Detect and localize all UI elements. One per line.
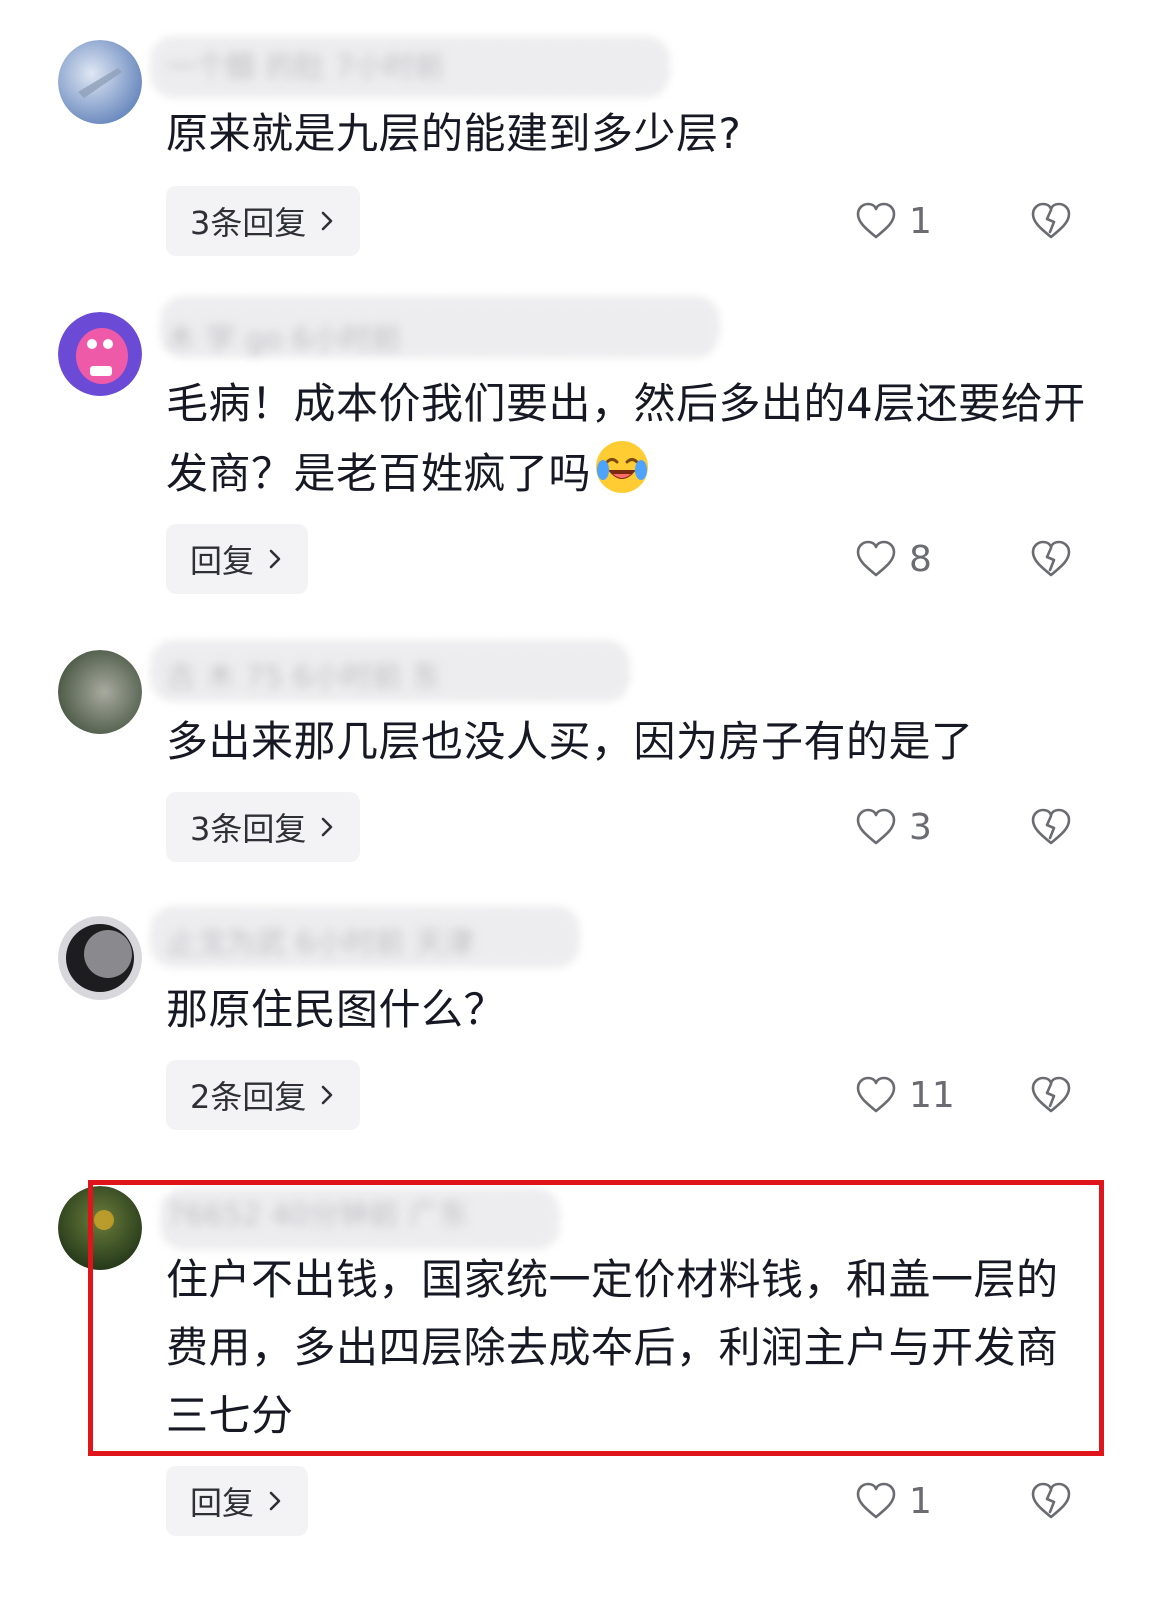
like-count: 8 xyxy=(909,538,932,580)
dislike-button[interactable] xyxy=(1030,524,1072,594)
dislike-button[interactable] xyxy=(1030,186,1072,256)
like-count: 1 xyxy=(909,200,932,242)
broken-heart-icon xyxy=(1031,202,1071,239)
like-button[interactable]: 1 xyxy=(855,186,932,256)
broken-heart-icon xyxy=(1031,540,1071,577)
view-replies-button[interactable]: 3条回复 xyxy=(166,186,361,256)
comment-text: 原来就是九层的能建到多少层? xyxy=(166,109,742,158)
comment-text: 毛病！成本价我们要出，然后多出的4层还要给开发商？是老百姓疯了吗 xyxy=(166,370,1126,508)
heart-outline-icon xyxy=(856,202,896,239)
avatar[interactable] xyxy=(58,40,142,124)
reply-label: 回复 xyxy=(190,1484,255,1522)
view-replies-button[interactable]: 3条回复 xyxy=(166,792,361,862)
heart-outline-icon xyxy=(856,1482,896,1519)
comment-meta: 古 木 75 6小时前 东 xyxy=(166,660,442,695)
heart-outline-icon xyxy=(856,1076,896,1113)
reply-label: 3条回复 xyxy=(190,204,307,242)
like-count: 11 xyxy=(909,1074,955,1116)
chevron-right-icon xyxy=(269,549,281,569)
like-button[interactable]: 11 xyxy=(855,1060,955,1130)
like-button[interactable]: 3 xyxy=(855,792,932,862)
comment-meta: 止戈为武 6小时前 天津 xyxy=(166,926,475,961)
reply-label: 2条回复 xyxy=(190,1078,307,1116)
reply-button[interactable]: 回复 xyxy=(166,524,309,594)
comment-meta: 76652 40分钟前 广东 xyxy=(166,1198,469,1233)
like-button[interactable]: 8 xyxy=(855,524,932,594)
chevron-right-icon xyxy=(322,211,333,231)
avatar[interactable] xyxy=(58,916,142,1000)
view-replies-button[interactable]: 2条回复 xyxy=(166,1060,361,1130)
dislike-button[interactable] xyxy=(1030,792,1072,862)
comment-meta: 一个醋 的肚 7小时前 xyxy=(166,50,445,85)
comment-text: 住户不出钱，国家统一定价材料钱，和盖一层的费用，多出四层除去成夲后，利润主户与开… xyxy=(166,1255,1059,1440)
heart-outline-icon xyxy=(856,808,896,845)
dislike-button[interactable] xyxy=(1030,1060,1072,1130)
avatar[interactable] xyxy=(58,1186,142,1270)
chevron-right-icon xyxy=(322,1085,333,1105)
comment-text: 多出来那几层也没人买，因为房子有的是了 xyxy=(166,717,974,766)
like-count: 3 xyxy=(909,806,932,848)
like-button[interactable]: 1 xyxy=(855,1466,932,1536)
chevron-right-icon xyxy=(269,1491,281,1511)
heart-outline-icon xyxy=(856,540,896,577)
broken-heart-icon xyxy=(1031,1482,1071,1519)
like-count: 1 xyxy=(909,1480,932,1522)
broken-heart-icon xyxy=(1031,808,1071,845)
avatar[interactable] xyxy=(58,650,142,734)
reply-button[interactable]: 回复 xyxy=(166,1466,309,1536)
broken-heart-icon xyxy=(1031,1076,1071,1113)
chevron-right-icon xyxy=(322,817,333,837)
dislike-button[interactable] xyxy=(1030,1466,1072,1536)
reply-label: 回复 xyxy=(190,542,255,580)
laughing-crying-emoji xyxy=(596,441,649,493)
avatar[interactable] xyxy=(58,312,142,396)
comment-meta: 木 学 go 6小时前 xyxy=(166,322,402,357)
reply-label: 3条回复 xyxy=(190,810,307,848)
comment-text: 那原住民图什么？ xyxy=(166,985,507,1034)
